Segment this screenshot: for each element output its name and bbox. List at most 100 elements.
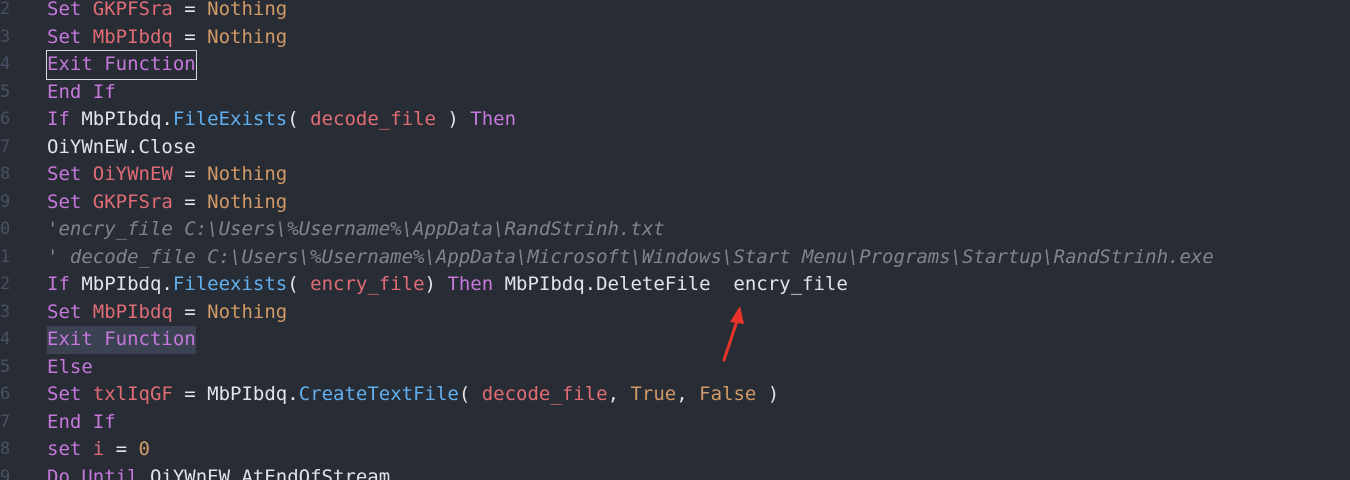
code-token: 0 xyxy=(138,438,150,460)
code-token: encry_file xyxy=(310,273,425,295)
arrow-head xyxy=(730,306,744,324)
code-token: ( xyxy=(458,383,482,405)
line-number: 9 xyxy=(0,191,11,212)
code-token: Fileexists xyxy=(172,273,288,295)
code-token: Do Until xyxy=(47,465,150,480)
arrow-shaft xyxy=(722,316,740,362)
line-code[interactable]: ' decode_file C:\Users\%Username%\AppDat… xyxy=(47,244,1214,272)
code-token: = xyxy=(172,190,208,213)
code-line[interactable]: 1 ' decode_file C:\Users\%Username%\AppDa… xyxy=(0,244,1350,272)
code-token: Set xyxy=(47,163,93,185)
code-line[interactable]: 4 Exit Function xyxy=(0,50,1350,80)
line-code[interactable]: Set MbPIbdq = Nothing xyxy=(47,299,287,327)
line-number: 6 xyxy=(0,109,11,129)
code-token: set xyxy=(47,438,93,460)
line-number: 7 xyxy=(0,136,11,157)
code-line[interactable]: 6 Set txlIqGF = MbPIbdq.CreateTextFile( d… xyxy=(0,381,1350,409)
line-number: 4 xyxy=(0,329,11,349)
code-line[interactable]: 7 OiYWnEW.Close xyxy=(0,134,1350,162)
code-token: Then xyxy=(470,108,517,130)
code-token: MbPIbdq. xyxy=(207,383,299,405)
code-token: Set xyxy=(47,190,93,213)
line-code[interactable]: Else xyxy=(47,354,93,382)
code-token: Set xyxy=(47,0,93,20)
line-number: 9 xyxy=(0,466,11,480)
line-code[interactable]: 'encry_file C:\Users\%Username%\AppData\… xyxy=(47,216,665,244)
line-code[interactable]: Set txlIqGF = MbPIbdq.CreateTextFile( de… xyxy=(47,381,779,409)
code-line[interactable]: 2 Set GKPFSra = Nothing xyxy=(0,0,1350,24)
code-line[interactable]: 9 Set GKPFSra = Nothing xyxy=(0,189,1350,217)
line-code[interactable]: set i = 0 xyxy=(47,436,150,464)
code-token: decode_file xyxy=(481,383,608,405)
code-token: , xyxy=(676,383,700,405)
code-line[interactable]: 5 End If xyxy=(0,79,1350,107)
code-token: Nothing xyxy=(207,300,288,323)
line-code[interactable]: Set GKPFSra = Nothing xyxy=(47,189,287,217)
code-token: ) xyxy=(424,273,448,295)
line-code[interactable]: End If xyxy=(47,79,116,107)
line-number: 3 xyxy=(0,26,11,47)
code-token: ( xyxy=(287,108,311,130)
line-code[interactable]: Exit Function xyxy=(46,50,197,80)
code-token: CreateTextFile xyxy=(298,383,459,405)
code-token: = xyxy=(104,438,139,460)
code-line[interactable]: 8 set i = 0 xyxy=(0,436,1350,464)
code-token: MbPIbdq xyxy=(92,300,173,323)
code-lines[interactable]: 2 Set GKPFSra = Nothing 3 Set MbPIbdq = Not… xyxy=(0,0,1350,480)
code-line[interactable]: 3 Set MbPIbdq = Nothing xyxy=(0,24,1350,52)
line-number: 3 xyxy=(0,301,11,322)
line-code[interactable]: End If xyxy=(47,409,116,437)
code-token: = xyxy=(172,25,208,48)
code-token: Then xyxy=(447,273,505,295)
code-token: Nothing xyxy=(207,0,288,20)
line-number: 5 xyxy=(0,356,11,377)
code-token: Nothing xyxy=(207,163,288,185)
line-code[interactable]: Set MbPIbdq = Nothing xyxy=(47,24,287,52)
code-token: 'encry_file C:\Users\%Username%\AppData\… xyxy=(47,218,665,240)
code-token: ) xyxy=(435,108,471,130)
code-line[interactable]: 4 Exit Function xyxy=(0,326,1350,354)
code-token: , xyxy=(607,383,631,405)
line-number: 6 xyxy=(0,384,11,404)
red-arrow-icon xyxy=(722,306,744,362)
code-token: Else xyxy=(47,355,93,378)
code-token: OiYWnEW xyxy=(92,163,173,185)
line-code[interactable]: Set GKPFSra = Nothing xyxy=(47,0,287,24)
line-code[interactable]: If MbPIbdq.Fileexists( encry_file) Then … xyxy=(47,271,848,299)
code-line[interactable]: 7 End If xyxy=(0,409,1350,437)
line-number: 8 xyxy=(0,164,11,184)
code-line[interactable]: 9 Do Until OiYWnEW.AtEndOfStream xyxy=(0,464,1350,480)
line-code[interactable]: Do Until OiYWnEW.AtEndOfStream xyxy=(47,464,390,480)
line-number: 0 xyxy=(0,219,11,239)
code-token: Nothing xyxy=(207,25,288,48)
line-code[interactable]: Exit Function xyxy=(47,326,196,354)
code-line[interactable]: 8 Set OiYWnEW = Nothing xyxy=(0,161,1350,189)
code-token: MbPIbdq. xyxy=(81,273,173,295)
code-token: Set xyxy=(47,25,93,48)
line-code[interactable]: If MbPIbdq.FileExists( decode_file ) The… xyxy=(47,106,516,134)
line-number: 2 xyxy=(0,274,11,294)
code-editor[interactable]: 2 Set GKPFSra = Nothing 3 Set MbPIbdq = Not… xyxy=(0,0,1350,480)
line-code[interactable]: Set OiYWnEW = Nothing xyxy=(47,161,287,189)
code-token: GKPFSra xyxy=(92,190,173,213)
line-number: 5 xyxy=(0,81,11,102)
code-line[interactable]: 2 If MbPIbdq.Fileexists( encry_file) Then… xyxy=(0,271,1350,299)
code-token: decode_file xyxy=(310,108,436,130)
code-token: = xyxy=(172,0,208,20)
line-number: 4 xyxy=(0,54,11,74)
code-token: = xyxy=(172,163,208,185)
code-token: End If xyxy=(47,410,116,433)
code-line[interactable]: 0 'encry_file C:\Users\%Username%\AppData… xyxy=(0,216,1350,244)
code-token: OiYWnEW.AtEndOfStream xyxy=(149,465,391,480)
code-line[interactable]: 3 Set MbPIbdq = Nothing xyxy=(0,299,1350,327)
code-token: = xyxy=(172,300,208,323)
code-token: True xyxy=(630,383,677,405)
code-line[interactable]: 6 If MbPIbdq.FileExists( decode_file ) Th… xyxy=(0,106,1350,134)
code-token: End If xyxy=(47,80,116,103)
code-token: Nothing xyxy=(207,190,288,213)
code-token: Exit Function xyxy=(47,328,196,350)
code-token: OiYWnEW.Close xyxy=(47,135,196,158)
code-line[interactable]: 5 Else xyxy=(0,354,1350,382)
code-token: txlIqGF xyxy=(92,383,173,405)
line-code[interactable]: OiYWnEW.Close xyxy=(47,134,196,162)
